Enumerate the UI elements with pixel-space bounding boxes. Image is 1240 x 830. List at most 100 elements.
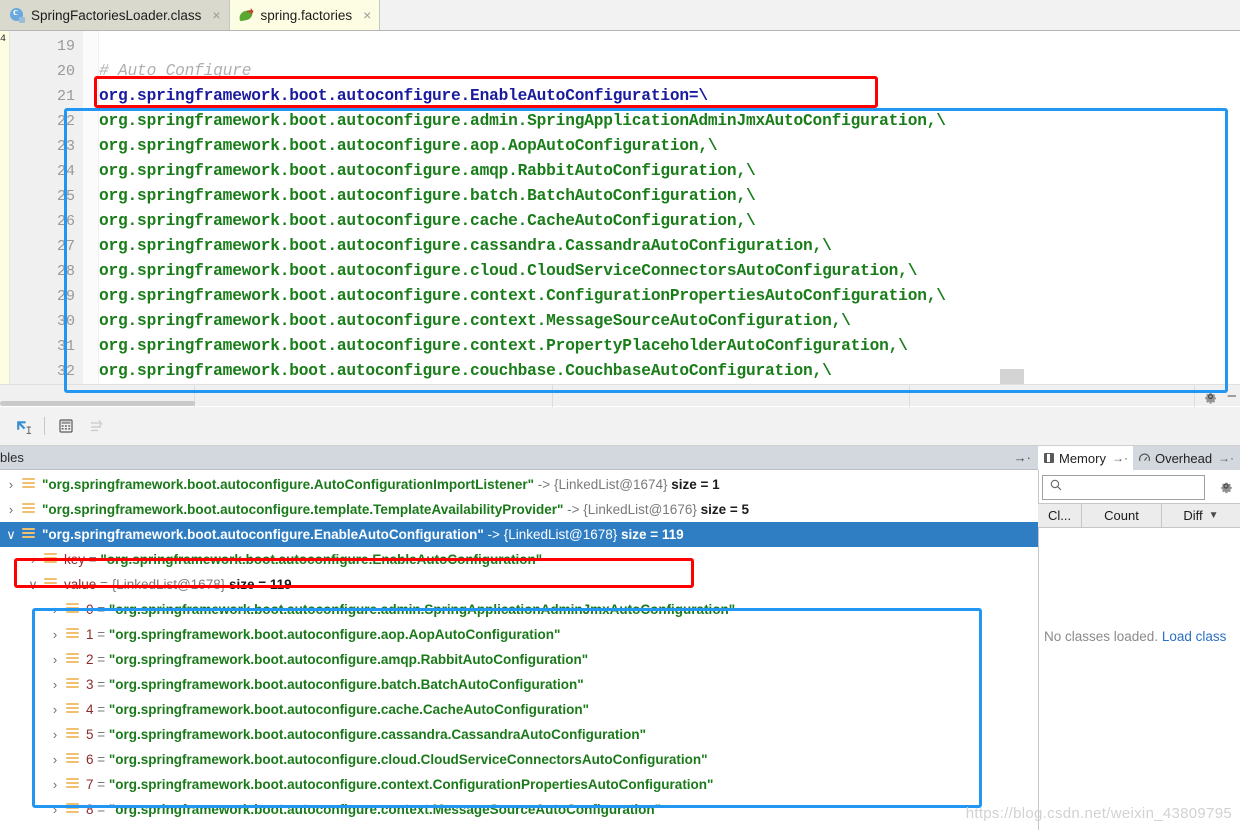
- chevron-right-icon[interactable]: ›: [44, 602, 66, 617]
- variable-entry-icon: [66, 703, 80, 716]
- scrollbar-thumb[interactable]: [0, 401, 195, 406]
- chevron-right-icon[interactable]: ›: [44, 652, 66, 667]
- scroll-segment: [910, 385, 1195, 407]
- code-line: org.springframework.boot.autoconfigure.c…: [99, 284, 946, 309]
- memory-search-box[interactable]: [1042, 475, 1205, 500]
- code-line: org.springframework.boot.autoconfigure.c…: [99, 334, 908, 359]
- variable-row[interactable]: ∨"org.springframework.boot.autoconfigure…: [0, 522, 1038, 547]
- variable-row-text: 2 = "org.springframework.boot.autoconfig…: [86, 652, 588, 667]
- line-number: 25: [15, 184, 75, 209]
- chevron-right-icon[interactable]: ›: [44, 802, 66, 817]
- variable-entry-icon: [66, 753, 80, 766]
- evaluate-expression-icon[interactable]: [51, 412, 81, 440]
- variable-row[interactable]: › 2 = "org.springframework.boot.autoconfi…: [0, 647, 1038, 672]
- chevron-down-icon[interactable]: ∨: [22, 577, 44, 593]
- line-number: 22: [15, 109, 75, 134]
- tab-spring-factories-loader-class[interactable]: SpringFactoriesLoader.class ×: [0, 0, 230, 30]
- memory-search-input[interactable]: [1067, 480, 1192, 495]
- variables-tree[interactable]: ›"org.springframework.boot.autoconfigure…: [0, 470, 1038, 830]
- chevron-right-icon[interactable]: ›: [44, 677, 66, 692]
- chevron-right-icon[interactable]: ›: [0, 502, 22, 517]
- memory-panel: Memory →· Overhead →·: [1038, 446, 1240, 830]
- variable-entry-icon: [66, 653, 80, 666]
- variable-row[interactable]: ›5 = "org.springframework.boot.autoconfi…: [0, 722, 1038, 747]
- variable-row[interactable]: ›"org.springframework.boot.autoconfigure…: [0, 497, 1038, 522]
- tab-overhead[interactable]: Overhead →·: [1133, 446, 1239, 470]
- variable-row[interactable]: › 8 = "org.springframework.boot.autoconfi…: [0, 797, 1038, 822]
- variable-row[interactable]: ∨ value = {LinkedList@1678} size = 119: [0, 572, 1038, 597]
- code-line: org.springframework.boot.autoconfigure.c…: [99, 209, 755, 234]
- code-text-area[interactable]: # Auto Configure org.springframework.boo…: [99, 31, 1240, 384]
- chevron-right-icon[interactable]: ›: [44, 752, 66, 767]
- sort-descending-icon: ▼: [1209, 510, 1219, 521]
- line-number: 32: [15, 359, 75, 384]
- variable-row[interactable]: ›6 = "org.springframework.boot.autoconfi…: [0, 747, 1038, 772]
- memory-columns-header: Cl... Count Diff ▼: [1038, 503, 1240, 528]
- editor-horizontal-scrollbar[interactable]: [0, 384, 1240, 406]
- variable-row-text: 0 = "org.springframework.boot.autoconfig…: [86, 602, 735, 617]
- variable-row[interactable]: ›7 = "org.springframework.boot.autoconfi…: [0, 772, 1038, 797]
- chevron-right-icon[interactable]: ›: [44, 702, 66, 717]
- variable-entry-icon: [22, 478, 36, 491]
- variable-row[interactable]: ›3 = "org.springframework.boot.autoconfi…: [0, 672, 1038, 697]
- code-line: org.springframework.boot.autoconfigure.c…: [99, 309, 851, 334]
- column-diff[interactable]: Diff ▼: [1162, 503, 1240, 528]
- settings-filter-icon: [81, 412, 111, 440]
- variable-entry-icon: [22, 503, 36, 516]
- pin-tab-icon[interactable]: →·: [1014, 450, 1031, 465]
- tab-label: SpringFactoriesLoader.class: [31, 8, 201, 23]
- line-number: 21: [15, 84, 75, 109]
- line-number: 28: [15, 259, 75, 284]
- code-editor[interactable]: 4 19 20 21 22 23 24 25 26 27 28 29 30 31…: [0, 31, 1240, 384]
- code-line: org.springframework.boot.autoconfigure.a…: [99, 134, 717, 159]
- line-number: 30: [15, 309, 75, 334]
- editor-tab-bar: SpringFactoriesLoader.class × spring.fac…: [0, 0, 1240, 31]
- gear-icon[interactable]: [1203, 389, 1218, 404]
- column-class[interactable]: Cl...: [1038, 503, 1082, 528]
- code-fold-gutter[interactable]: [83, 31, 99, 384]
- chevron-right-icon[interactable]: ›: [0, 477, 22, 492]
- variable-row[interactable]: ›1 = "org.springframework.boot.autoconfi…: [0, 622, 1038, 647]
- variable-row[interactable]: ›"org.springframework.boot.autoconfigure…: [0, 472, 1038, 497]
- line-number: 19: [15, 34, 75, 59]
- variable-row-text: 4 = "org.springframework.boot.autoconfig…: [86, 702, 589, 717]
- memory-empty-state: No classes loaded. Load class: [1044, 629, 1240, 644]
- variable-row-text: 8 = "org.springframework.boot.autoconfig…: [86, 802, 661, 817]
- editor-marker-strip: 4: [0, 31, 10, 384]
- variable-row-text: value = {LinkedList@1678} size = 119: [64, 577, 292, 592]
- jump-to-cursor-icon[interactable]: [8, 412, 38, 440]
- variable-row[interactable]: › 0 = "org.springframework.boot.autoconfi…: [0, 597, 1038, 622]
- variable-entry-icon: [22, 528, 36, 541]
- load-class-link[interactable]: Load class: [1162, 629, 1227, 644]
- editor-tool-buttons: –: [1203, 386, 1236, 406]
- memory-icon: [1043, 452, 1055, 464]
- chevron-down-icon[interactable]: ∨: [0, 527, 22, 543]
- tab-spring-factories[interactable]: spring.factories ×: [230, 0, 381, 30]
- toolbar-separator: [44, 417, 45, 435]
- chevron-right-icon[interactable]: ›: [44, 727, 66, 742]
- close-icon[interactable]: ×: [212, 8, 220, 22]
- tab-memory[interactable]: Memory →·: [1038, 446, 1133, 470]
- line-number: 20: [15, 59, 75, 84]
- column-count[interactable]: Count: [1082, 503, 1162, 528]
- code-line: org.springframework.boot.autoconfigure.c…: [99, 359, 832, 384]
- pin-tab-icon[interactable]: →·: [1218, 451, 1234, 465]
- variables-tab-label[interactable]: bles: [0, 450, 24, 465]
- variable-entry-icon: [44, 578, 58, 591]
- variable-row[interactable]: › key = "org.springframework.boot.autocon…: [0, 547, 1038, 572]
- variable-entry-icon: [66, 678, 80, 691]
- code-line: org.springframework.boot.autoconfigure.a…: [99, 109, 946, 134]
- chevron-right-icon[interactable]: ›: [22, 552, 44, 567]
- memory-panel-tabs: Memory →· Overhead →·: [1038, 446, 1240, 470]
- variable-row[interactable]: › 4 = "org.springframework.boot.autoconfi…: [0, 697, 1038, 722]
- chevron-right-icon[interactable]: ›: [44, 777, 66, 792]
- java-class-icon: [9, 7, 25, 23]
- minimize-icon[interactable]: –: [1228, 391, 1236, 401]
- line-number: 29: [15, 284, 75, 309]
- close-icon[interactable]: ×: [363, 8, 371, 22]
- chevron-right-icon[interactable]: ›: [44, 627, 66, 642]
- variable-row-text: key = "org.springframework.boot.autoconf…: [64, 552, 542, 567]
- gear-icon[interactable]: [1218, 478, 1234, 494]
- pin-tab-icon[interactable]: →·: [1112, 451, 1128, 465]
- code-line: # Auto Configure: [99, 59, 251, 84]
